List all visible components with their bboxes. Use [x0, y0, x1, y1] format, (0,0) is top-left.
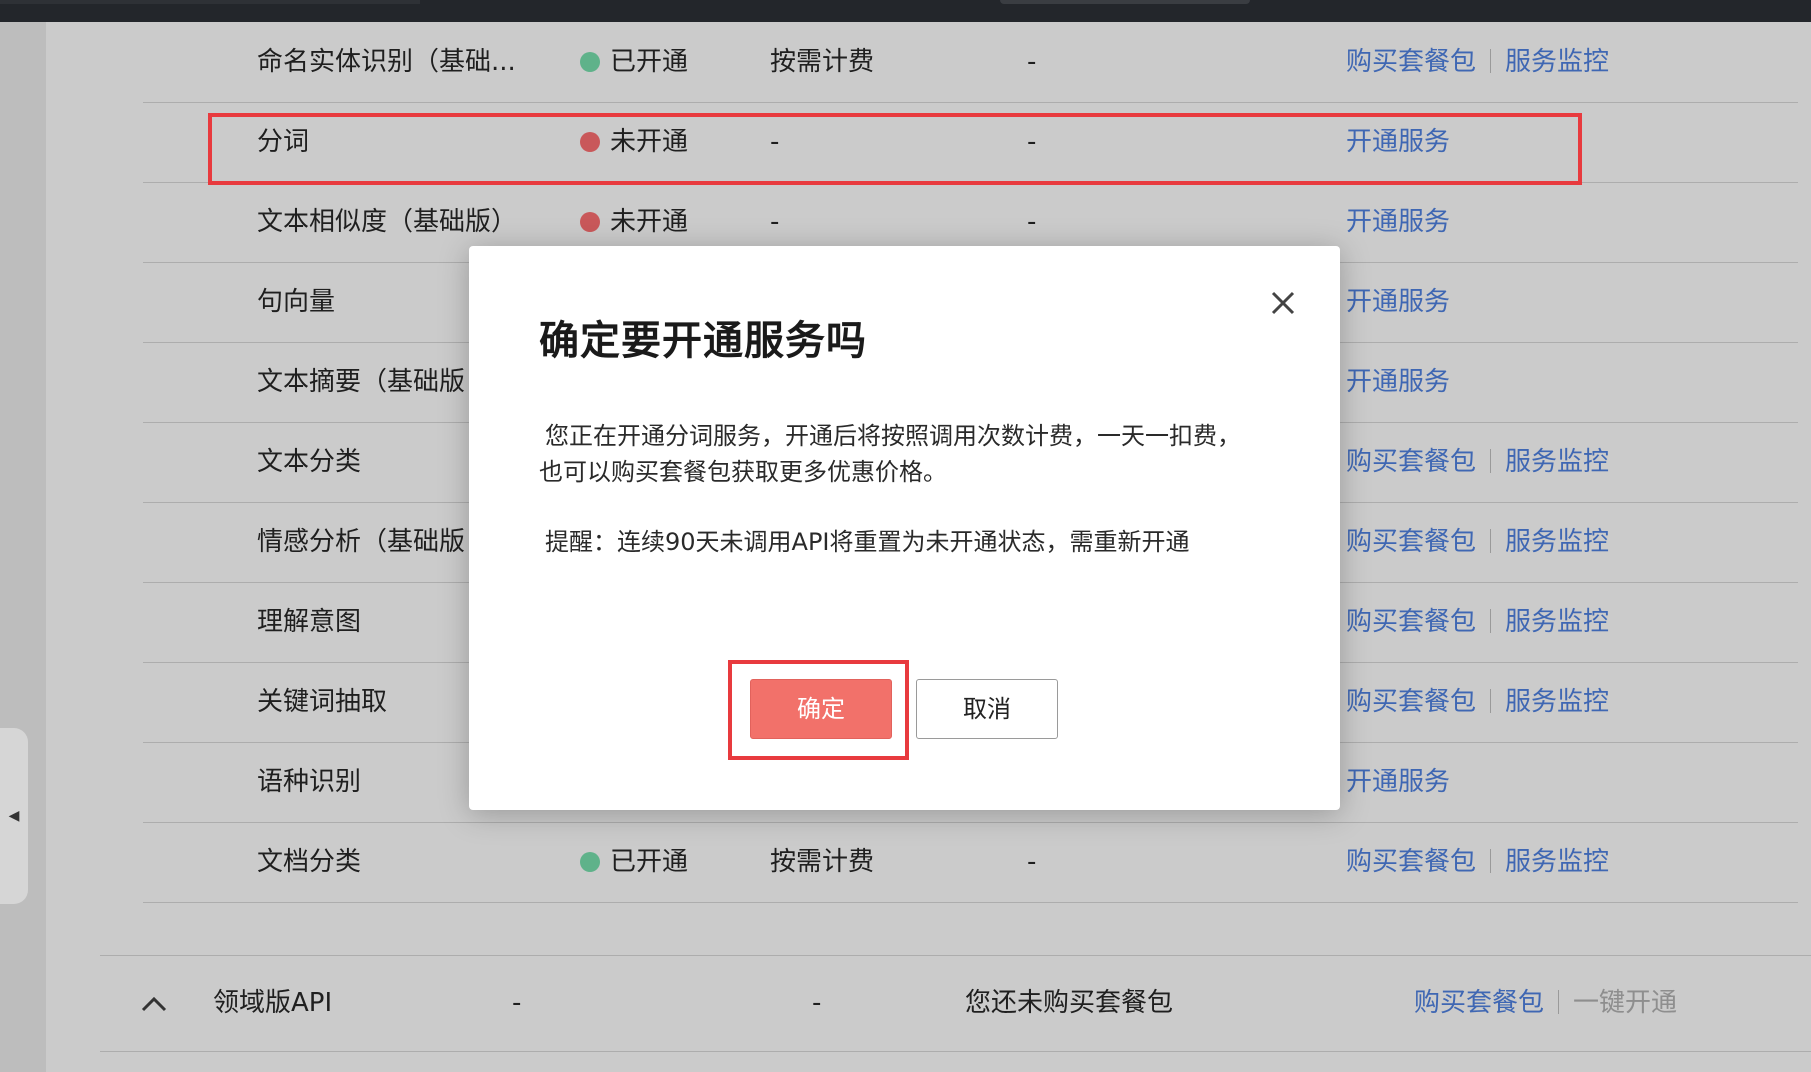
top-bar-tab-edge [0, 0, 420, 4]
chevron-up-icon[interactable] [140, 956, 180, 1051]
row-actions: 开通服务 [1346, 262, 1766, 342]
domain-api-col1: - [512, 988, 522, 1018]
row-actions: 购买套餐包 服务监控 [1346, 502, 1766, 582]
link-separator [1558, 990, 1560, 1014]
top-bar-tab-edge [1000, 0, 1250, 4]
service-status: 已开通 [580, 22, 730, 102]
dialog-body: 您正在开通分词服务，开通后将按照调用次数计费，一天一扣费，也可以购买套餐包获取更… [539, 418, 1259, 560]
service-status: 未开通 [580, 102, 730, 182]
left-rail [0, 22, 46, 1072]
service-monitor-link[interactable]: 服务监控 [1505, 847, 1609, 877]
package-info: - [1027, 47, 1037, 77]
buy-package-link[interactable]: 购买套餐包 [1346, 527, 1476, 557]
buy-package-link[interactable]: 购买套餐包 [1346, 607, 1476, 637]
service-status: 已开通 [580, 822, 730, 902]
service-monitor-link[interactable]: 服务监控 [1505, 47, 1609, 77]
link-separator [1490, 49, 1492, 73]
billing-mode: 按需计费 [770, 47, 875, 77]
status-label: 未开通 [610, 207, 689, 237]
dialog-title: 确定要开通服务吗 [539, 318, 867, 364]
table-row: 分词 未开通 - - 开通服务 [143, 102, 1798, 183]
link-separator [1490, 529, 1492, 553]
service-monitor-link[interactable]: 服务监控 [1505, 527, 1609, 557]
enable-service-link[interactable]: 开通服务 [1346, 207, 1450, 237]
domain-api-name: 领域版API [213, 988, 333, 1018]
buy-package-link[interactable]: 购买套餐包 [1346, 447, 1476, 477]
sidebar-collapse-toggle[interactable]: ◀ [0, 728, 28, 904]
status-dot-icon [580, 212, 600, 232]
service-monitor-link[interactable]: 服务监控 [1505, 447, 1609, 477]
row-actions: 购买套餐包 服务监控 [1346, 662, 1766, 742]
package-info: - [1027, 847, 1037, 877]
billing-mode: 按需计费 [770, 847, 875, 877]
row-actions: 开通服务 [1346, 342, 1766, 422]
link-separator [1490, 689, 1492, 713]
package-info: - [1027, 127, 1037, 157]
row-actions: 开通服务 [1346, 182, 1766, 262]
domain-api-row: 领域版API - - 您还未购买套餐包 购买套餐包 一键开通 [100, 956, 1811, 1052]
link-separator [1490, 449, 1492, 473]
close-icon[interactable] [1266, 286, 1300, 320]
status-dot-icon [580, 52, 600, 72]
enable-service-link[interactable]: 开通服务 [1346, 367, 1450, 397]
buy-package-link[interactable]: 购买套餐包 [1346, 47, 1476, 77]
link-separator [1490, 849, 1492, 873]
enable-service-link[interactable]: 开通服务 [1346, 287, 1450, 317]
service-name: 文档分类 [257, 847, 362, 877]
domain-api-ops: 购买套餐包 一键开通 [1414, 956, 1811, 1051]
domain-api-col2: - [812, 988, 822, 1018]
buy-package-link[interactable]: 购买套餐包 [1414, 988, 1544, 1018]
service-name: 分词 [257, 127, 310, 157]
table-row: 命名实体识别（基础... 已开通 按需计费 - 购买套餐包 服务监控 [143, 22, 1798, 103]
confirm-dialog: 确定要开通服务吗 您正在开通分词服务，开通后将按照调用次数计费，一天一扣费，也可… [469, 246, 1340, 810]
service-name: 命名实体识别（基础... [257, 47, 516, 77]
caret-left-icon: ◀ [8, 808, 20, 824]
confirm-button[interactable]: 确定 [750, 679, 892, 739]
status-label: 未开通 [610, 127, 689, 157]
enable-service-link[interactable]: 开通服务 [1346, 767, 1450, 797]
status-dot-icon [580, 132, 600, 152]
status-label: 已开通 [610, 847, 689, 877]
row-actions: 购买套餐包 服务监控 [1346, 582, 1766, 662]
row-actions: 开通服务 [1346, 102, 1766, 182]
dialog-message: 您正在开通分词服务，开通后将按照调用次数计费，一天一扣费，也可以购买套餐包获取更… [539, 422, 1241, 486]
row-actions: 购买套餐包 服务监控 [1346, 422, 1766, 502]
service-monitor-link[interactable]: 服务监控 [1505, 607, 1609, 637]
service-monitor-link[interactable]: 服务监控 [1505, 687, 1609, 717]
buy-package-link[interactable]: 购买套餐包 [1346, 847, 1476, 877]
one-click-enable-link[interactable]: 一键开通 [1573, 988, 1677, 1018]
row-actions: 开通服务 [1346, 742, 1766, 822]
row-actions: 购买套餐包 服务监控 [1346, 822, 1766, 902]
dialog-reminder: 提醒：连续90天未调用API将重置为未开通状态，需重新开通 [545, 528, 1190, 556]
enable-service-link[interactable]: 开通服务 [1346, 127, 1450, 157]
domain-api-package: 您还未购买套餐包 [965, 988, 1174, 1018]
cancel-button[interactable]: 取消 [916, 679, 1058, 739]
buy-package-link[interactable]: 购买套餐包 [1346, 687, 1476, 717]
billing-mode: - [770, 127, 780, 157]
row-actions: 购买套餐包 服务监控 [1346, 22, 1766, 102]
link-separator [1490, 609, 1492, 633]
status-label: 已开通 [610, 47, 689, 77]
browser-top-bar [0, 0, 1811, 22]
status-dot-icon [580, 852, 600, 872]
table-row: 文档分类 已开通 按需计费 - 购买套餐包 服务监控 [143, 822, 1798, 903]
